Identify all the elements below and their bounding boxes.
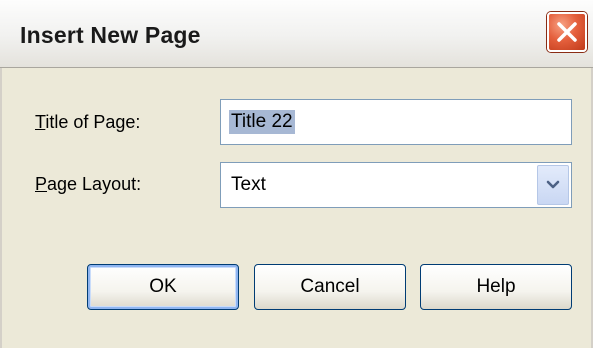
page-layout-label: Page Layout: bbox=[35, 174, 141, 195]
chevron-down-icon bbox=[546, 180, 560, 189]
title-bar[interactable]: Insert New Page bbox=[0, 0, 593, 68]
page-layout-select[interactable]: Text bbox=[220, 162, 572, 208]
title-label-mnemonic: T bbox=[35, 112, 46, 132]
page-layout-dropdown-button[interactable] bbox=[537, 165, 569, 205]
ok-button[interactable]: OK bbox=[87, 264, 239, 310]
close-button[interactable] bbox=[547, 12, 587, 52]
layout-label-mnemonic: P bbox=[35, 174, 48, 194]
insert-new-page-dialog: Insert New Page Title of Page: Title 22 … bbox=[0, 0, 593, 348]
cancel-button[interactable]: Cancel bbox=[254, 264, 406, 310]
page-layout-value: Text bbox=[231, 174, 266, 195]
title-of-page-input[interactable]: Title 22 bbox=[220, 99, 572, 145]
title-of-page-label: Title of Page: bbox=[35, 112, 140, 133]
close-icon bbox=[557, 22, 577, 42]
title-label-text: itle of Page: bbox=[45, 112, 141, 132]
help-button[interactable]: Help bbox=[420, 264, 572, 310]
dialog-body: Title of Page: Title 22 Page Layout: Tex… bbox=[0, 68, 593, 348]
dialog-title: Insert New Page bbox=[20, 22, 201, 48]
title-of-page-value: Title 22 bbox=[229, 110, 295, 134]
layout-label-text: age Layout: bbox=[47, 174, 142, 194]
